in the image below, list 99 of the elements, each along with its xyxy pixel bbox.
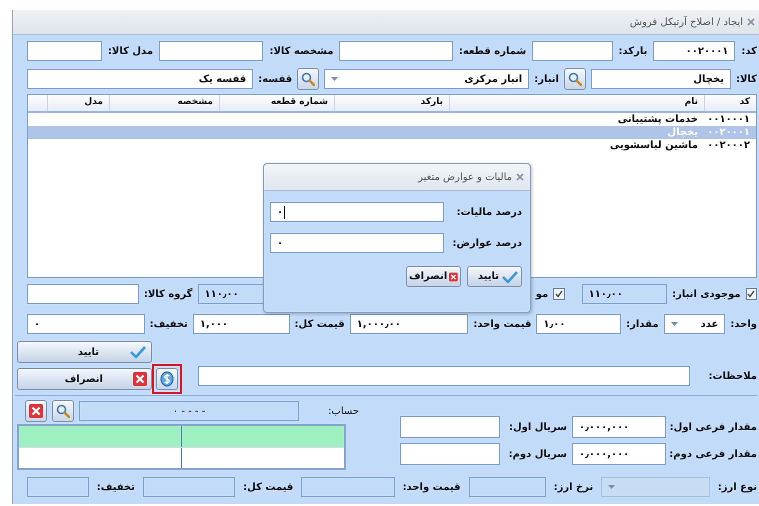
field-label: تخفیف:	[150, 318, 188, 330]
field-label: قفسه:	[258, 74, 292, 84]
tick-icon	[554, 290, 563, 298]
column-header[interactable]: کد	[704, 95, 756, 111]
table-row[interactable]: ۰۰۱۰۰۰۱ خدمات پشتیبانی	[28, 113, 756, 126]
field-label: قیمت واحد:	[473, 318, 532, 330]
text-field[interactable]	[27, 284, 139, 304]
dialog-title: مالیات و عوارض متغیر	[418, 172, 512, 182]
field-label: سریال دوم:	[508, 448, 567, 460]
text-field[interactable]	[301, 477, 395, 497]
text-field[interactable]	[159, 41, 264, 61]
close-icon	[449, 270, 458, 284]
text-field[interactable]	[339, 41, 453, 61]
field-label: کد:	[741, 46, 757, 56]
search-icon	[301, 72, 316, 86]
search-button[interactable]	[52, 400, 74, 422]
column-header[interactable]: نام	[449, 95, 704, 111]
text-field[interactable]	[142, 477, 236, 497]
table-cell-text: ۰۰۲۰۰۰۱	[706, 127, 751, 138]
text-field[interactable]	[468, 477, 546, 497]
table-cell-text: ۰۰۱۰۰۰۱	[706, 114, 751, 125]
table-cell-text: ۰۰۲۰۰۰۲	[706, 140, 751, 151]
field-label: مشخصه کالا:	[269, 46, 334, 56]
table-cell-text: یخچال	[666, 127, 699, 138]
column-header[interactable]: مشخصه	[109, 95, 219, 111]
field-label: گروه کالا:	[144, 288, 192, 300]
field-label: حساب:	[328, 406, 359, 416]
column-header[interactable]: مدل	[47, 95, 109, 111]
text-field[interactable]: ۰	[270, 202, 444, 222]
column-header[interactable]: بارکد	[334, 95, 449, 111]
field-label: کالا:	[736, 74, 757, 84]
field-label: سریال اول:	[508, 422, 567, 432]
checkmark-icon	[129, 345, 147, 359]
text-field[interactable]	[400, 443, 500, 465]
coin-icon	[160, 371, 174, 387]
field-label: نرخ ارز:	[554, 482, 594, 492]
cancel-button[interactable]: انصراف	[406, 266, 461, 287]
field-label: انبار:	[534, 74, 559, 84]
table-row[interactable]: ۰۰۲۰۰۰۲ ماشین لباسشویی	[28, 139, 756, 152]
caret-icon	[670, 322, 678, 326]
field-label: بارکد:	[618, 46, 648, 56]
column-header[interactable]: شماره قطعه	[219, 95, 334, 111]
field-label: تخفیف:	[96, 482, 135, 492]
currency-dropdown[interactable]	[601, 477, 710, 497]
field-label: مدل کالا:	[108, 46, 154, 56]
field-label: درصد مالیات:	[456, 206, 522, 218]
checkbox[interactable]	[746, 288, 757, 300]
text-field[interactable]: ۰٫۰۰۰,۰۰۰	[572, 443, 666, 465]
field-label: قیمت کل:	[243, 482, 294, 492]
checkmark-icon	[501, 270, 519, 284]
clear-button[interactable]	[25, 400, 48, 422]
search-icon	[568, 72, 582, 86]
field-label: ملاحظات:	[708, 370, 757, 382]
text-field[interactable]	[27, 477, 89, 497]
table-cell-text: خدمات پشتیبانی	[616, 114, 699, 125]
field-label: شماره قطعه:	[458, 46, 526, 56]
field-label: مقدار فرعی دوم:	[671, 448, 757, 460]
text-field[interactable]: ۱,۰۰۰٫۰۰	[350, 314, 468, 334]
table-cell-text: ماشین لباسشویی	[608, 140, 699, 151]
text-field[interactable]: ۰	[27, 314, 145, 334]
field-label: قیمت واحد:	[402, 482, 461, 492]
unit-dropdown[interactable]: عدد	[664, 314, 726, 334]
close-icon[interactable]	[747, 18, 755, 26]
warehouse-dropdown[interactable]: انبار مرکزی	[324, 69, 530, 89]
text-field[interactable]: قفسه یک	[27, 69, 254, 89]
confirm-button[interactable]: تایید	[467, 266, 522, 287]
field-label: مو	[536, 288, 548, 300]
close-icon	[29, 404, 44, 418]
field-label: مقدار فرعی اول:	[671, 422, 757, 432]
text-field[interactable]	[532, 41, 613, 61]
field-label: موجودی انبار:	[672, 288, 741, 300]
text-field[interactable]	[198, 366, 690, 386]
caret-icon	[608, 485, 616, 489]
text-field[interactable]	[27, 41, 102, 61]
search-button[interactable]	[564, 68, 586, 90]
search-icon	[56, 404, 70, 418]
field-label: قیمت کل:	[294, 318, 345, 330]
search-button[interactable]	[297, 68, 320, 90]
text-field[interactable]: ۱,۰۰۰	[192, 314, 290, 334]
field-label: نوع ارز:	[718, 482, 757, 492]
close-icon	[133, 372, 147, 386]
caret-icon	[331, 77, 338, 81]
text-field[interactable]: ۰	[270, 233, 444, 253]
text-field[interactable]: یخچال	[590, 69, 731, 89]
window-title: ایجاد / اصلاح آرتیکل فروش	[630, 16, 743, 28]
checkbox[interactable]	[553, 288, 565, 300]
text-field[interactable]: ۱۱۰٫۰۰	[582, 284, 668, 304]
text-field[interactable]: ۱٫۰۰	[536, 314, 622, 334]
field-label: درصد عوارض:	[452, 238, 522, 248]
cancel-button[interactable]: انصراف	[17, 368, 152, 390]
close-icon[interactable]	[516, 173, 524, 181]
field-label: مقدار:	[626, 318, 659, 330]
account-field[interactable]: ۰ - - - -	[79, 401, 300, 421]
tick-icon	[747, 290, 756, 298]
field-label: واحد:	[730, 318, 757, 330]
confirm-button[interactable]: تایید	[17, 341, 152, 363]
text-field[interactable]: ۰۰۲۰۰۰۱	[653, 41, 736, 61]
text-field[interactable]: ۰٫۰۰۰,۰۰۰	[572, 416, 666, 438]
text-field[interactable]	[400, 416, 500, 438]
